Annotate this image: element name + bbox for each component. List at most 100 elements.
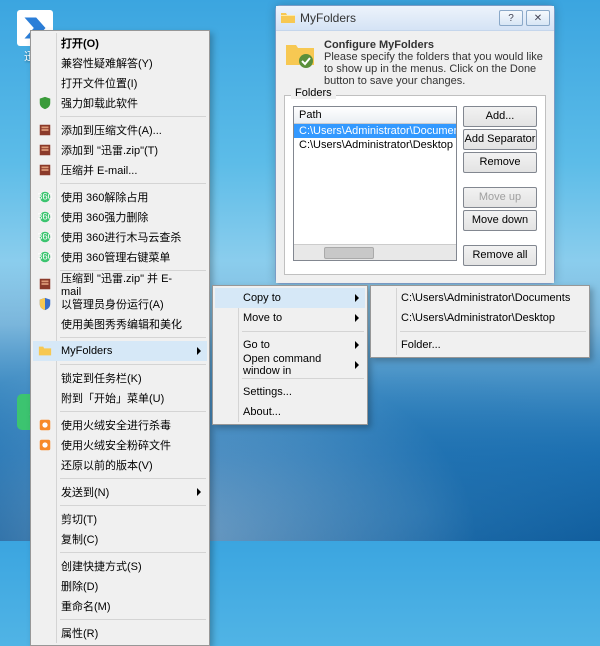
menu-item[interactable]: 360使用 360管理右键菜单 [33, 247, 207, 267]
separator [60, 478, 206, 479]
menu-item[interactable]: 使用火绒安全进行杀毒 [33, 415, 207, 435]
menu-item[interactable]: Move to [215, 308, 365, 328]
huorong-icon [37, 417, 53, 433]
menu-item[interactable]: 添加到 "迅雷.zip"(T) [33, 140, 207, 160]
remove-all-button[interactable]: Remove all [463, 245, 537, 266]
h-scrollbar[interactable] [294, 244, 456, 260]
menu-item[interactable]: C:\Users\Administrator\Documents [373, 288, 587, 308]
menu-item[interactable]: 360使用 360解除占用 [33, 187, 207, 207]
scroll-thumb[interactable] [324, 247, 374, 259]
submenu-arrow-icon [355, 341, 359, 349]
menu-item-label: 还原以前的版本(V) [61, 457, 153, 473]
menu-item[interactable]: 使用火绒安全粉碎文件 [33, 435, 207, 455]
menu-item[interactable]: 兼容性疑难解答(Y) [33, 53, 207, 73]
rar-icon [37, 162, 53, 178]
separator [60, 411, 206, 412]
menu-item[interactable]: C:\Users\Administrator\Desktop [373, 308, 587, 328]
menu-item[interactable]: 还原以前的版本(V) [33, 455, 207, 475]
menu-item-label: MyFolders [61, 345, 112, 357]
titlebar[interactable]: MyFolders ? ✕ [276, 6, 554, 30]
close-button[interactable]: ✕ [526, 10, 550, 26]
menu-item-label: 使用 360强力删除 [61, 209, 148, 225]
shield-icon [37, 296, 53, 312]
menu-item[interactable]: Folder... [373, 335, 587, 355]
menu-item-label: 打开(O) [61, 35, 99, 51]
separator [60, 116, 206, 117]
menu-item[interactable]: 打开(O) [33, 33, 207, 53]
menu-item-label: 使用美图秀秀编辑和美化 [61, 316, 182, 332]
menu-item-label: 压缩并 E-mail... [61, 162, 137, 178]
submenu-arrow-icon [355, 294, 359, 302]
context-menu-main: 打开(O) 兼容性疑难解答(Y) 打开文件位置(I) 强力卸载此软件添加到压缩文件(A… [30, 30, 210, 646]
menu-item[interactable]: 剪切(T) [33, 509, 207, 529]
config-title: Configure MyFolders [324, 39, 434, 51]
menu-item-label: 打开文件位置(I) [61, 75, 137, 91]
menu-item[interactable]: MyFolders [33, 341, 207, 361]
menu-item-label: 复制(C) [61, 531, 98, 547]
list-row[interactable]: C:\Users\Administrator\Desktop [294, 138, 456, 152]
menu-item[interactable]: 锁定到任务栏(K) [33, 368, 207, 388]
menu-item-label: Folder... [401, 339, 441, 351]
menu-item[interactable]: 压缩到 "迅雷.zip" 并 E-mail [33, 274, 207, 294]
myfolders-window: MyFolders ? ✕ Configure MyFolders Please… [275, 5, 555, 284]
svg-text:360: 360 [38, 252, 52, 263]
menu-item-label: 锁定到任务栏(K) [61, 370, 142, 386]
add-button[interactable]: Add... [463, 106, 537, 127]
menu-item[interactable]: 使用美图秀秀编辑和美化 [33, 314, 207, 334]
config-desc: Please specify the folders that you woul… [324, 51, 543, 87]
menu-item[interactable]: 压缩并 E-mail... [33, 160, 207, 180]
huorong-icon [37, 437, 53, 453]
menu-item[interactable]: About... [215, 402, 365, 422]
menu-item[interactable]: Copy to [215, 288, 365, 308]
list-header-path[interactable]: Path [294, 107, 456, 124]
menu-item-label: 以管理员身份运行(A) [61, 296, 164, 312]
move-down-button[interactable]: Move down [463, 210, 537, 231]
rar-icon [37, 142, 53, 158]
menu-item[interactable]: 附到「开始」菜单(U) [33, 388, 207, 408]
menu-item-label: 创建快捷方式(S) [61, 558, 142, 574]
separator [60, 619, 206, 620]
menu-item-label: 删除(D) [61, 578, 98, 594]
help-button[interactable]: ? [499, 10, 523, 26]
menu-item-label: 属性(R) [61, 625, 98, 641]
menu-item-label: Move to [243, 312, 282, 324]
menu-item[interactable]: 复制(C) [33, 529, 207, 549]
menu-item-label: 添加到压缩文件(A)... [61, 122, 162, 138]
menu-item-label: 使用 360进行木马云查杀 [61, 229, 181, 245]
folder-icon [37, 343, 53, 359]
menu-item-label: 兼容性疑难解答(Y) [61, 55, 153, 71]
menu-item[interactable]: Go to [215, 335, 365, 355]
menu-item-label: C:\Users\Administrator\Documents [401, 292, 570, 304]
360-icon: 360 [37, 209, 53, 225]
separator [242, 378, 364, 379]
folders-listbox[interactable]: Path C:\Users\Administrator\Documents C:… [293, 106, 457, 261]
add-separator-button[interactable]: Add Separator [463, 129, 537, 150]
menu-item[interactable]: 360 使用 360进行木马云查杀 [33, 227, 207, 247]
menu-item-label: 重命名(M) [61, 598, 111, 614]
move-up-button[interactable]: Move up [463, 187, 537, 208]
menu-item[interactable]: Open command window in [215, 355, 365, 375]
menu-item[interactable]: 删除(D) [33, 576, 207, 596]
menu-item-label: Go to [243, 339, 270, 351]
separator [60, 364, 206, 365]
menu-item[interactable]: 强力卸载此软件 [33, 93, 207, 113]
list-row[interactable]: C:\Users\Administrator\Documents [294, 124, 456, 138]
menu-item[interactable]: 属性(R) [33, 623, 207, 643]
remove-button[interactable]: Remove [463, 152, 537, 173]
folder-icon [280, 10, 296, 26]
menu-item[interactable]: Settings... [215, 382, 365, 402]
360-icon: 360 [37, 249, 53, 265]
menu-item[interactable]: 重命名(M) [33, 596, 207, 616]
menu-item-label: 附到「开始」菜单(U) [61, 390, 164, 406]
menu-item-label: 使用火绒安全进行杀毒 [61, 417, 171, 433]
360-icon: 360 [37, 229, 53, 245]
menu-item[interactable]: 以管理员身份运行(A) [33, 294, 207, 314]
menu-item-label: 使用 360解除占用 [61, 189, 148, 205]
menu-item[interactable]: 添加到压缩文件(A)... [33, 120, 207, 140]
menu-item[interactable]: 创建快捷方式(S) [33, 556, 207, 576]
menu-item[interactable]: 打开文件位置(I) [33, 73, 207, 93]
tab-folders[interactable]: Folders [291, 87, 336, 99]
menu-item[interactable]: 发送到(N) [33, 482, 207, 502]
menu-item[interactable]: 360 使用 360强力删除 [33, 207, 207, 227]
submenu-arrow-icon [355, 361, 359, 369]
